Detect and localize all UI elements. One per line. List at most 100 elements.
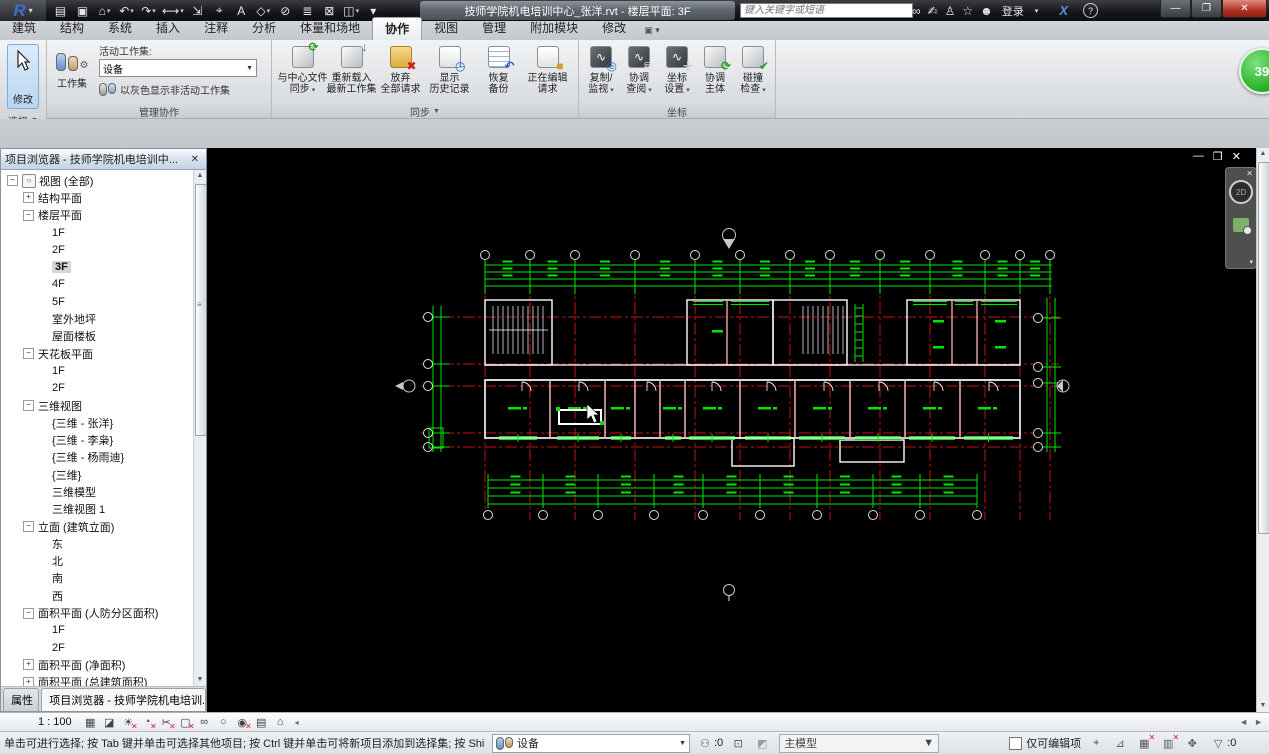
tree-scrollbar[interactable]: ▲ ▼ — [193, 170, 206, 686]
tree-item[interactable]: − 天花板平面 — [1, 345, 194, 362]
zoom-tool-icon[interactable] — [1233, 218, 1252, 235]
tree-item[interactable]: + 面积平面 (总建筑面积) — [1, 674, 194, 686]
restore-backup-button[interactable]: ↶ 恢复 备份 — [474, 40, 523, 95]
drag-on-selection-icon[interactable]: ✥ — [1183, 735, 1201, 751]
tree-item[interactable]: 1F — [1, 622, 194, 639]
tree-item[interactable]: 2F — [1, 639, 194, 656]
coordination-review-button[interactable]: ∿ ▤ 协调 查阅 ▾ — [620, 40, 658, 96]
select-by-face-icon[interactable]: ▥ ✕ — [1159, 733, 1179, 751]
tree-item[interactable]: 北 — [1, 553, 194, 570]
ribbon-tab-附加模块[interactable]: 附加模块 — [518, 17, 590, 40]
editable-only-checkbox[interactable]: 仅可编辑项 — [1009, 735, 1081, 751]
collapse-icon[interactable]: − — [23, 209, 34, 221]
signin-button[interactable]: 登录 — [1002, 3, 1024, 19]
expand-icon[interactable]: + — [23, 192, 34, 204]
tree-item[interactable]: 1F — [1, 362, 194, 379]
synchronize-panel-label[interactable]: 同步 ▼ — [272, 104, 578, 119]
collapse-icon[interactable]: − — [23, 348, 34, 360]
close-icon[interactable]: ✕ — [188, 154, 202, 165]
ribbon-tab-插入[interactable]: 插入 — [144, 17, 192, 40]
drawing-area[interactable]: — ❐ ✕ ✕ 2D ▾ ▲ ▼ — [207, 148, 1269, 712]
tree-item[interactable]: {三维 - 杨雨迪} — [1, 449, 194, 466]
ribbon-tab-结构[interactable]: 结构 — [48, 17, 96, 40]
detail-level-icon[interactable]: ▦ — [82, 715, 99, 730]
tree-item[interactable]: 南 — [1, 570, 194, 587]
tree-item[interactable]: + 面积平面 (净面积) — [1, 656, 194, 673]
navbar-options-icon[interactable]: ▾ — [1246, 258, 1256, 268]
shadows-icon[interactable]: ◔ ✕ — [139, 715, 157, 731]
hscroll-left-icon[interactable]: ◄ — [1239, 717, 1248, 727]
ribbon-tab-建筑[interactable]: 建筑 — [0, 17, 48, 40]
copy-monitor-button[interactable]: ∿ ◎ 复制/监视 ▾ — [582, 40, 620, 96]
displaced-elements-icon[interactable]: ⌂ — [272, 715, 289, 730]
checkbox-icon[interactable] — [1009, 736, 1023, 750]
ribbon-tab-分析[interactable]: 分析 — [240, 17, 288, 40]
tree-item[interactable]: {三维} — [1, 466, 194, 483]
modify-button[interactable]: 修改 — [7, 44, 39, 109]
subscription-icon[interactable]: ♙ — [945, 4, 956, 18]
crop-region-icon[interactable]: ▢ ✕ — [177, 715, 195, 731]
editing-requests-button[interactable]: ■ 正在编辑 请求 — [523, 40, 572, 95]
scroll-down-icon[interactable]: ▼ — [194, 674, 206, 686]
tree-item[interactable]: 2F — [1, 241, 194, 258]
restore-button[interactable]: ❐ — [1191, 0, 1222, 18]
tree-item[interactable]: 西 — [1, 587, 194, 604]
canvas-vertical-scrollbar[interactable]: ▲ ▼ — [1256, 148, 1269, 712]
notification-badge[interactable]: 39 — [1239, 48, 1269, 94]
tree-item[interactable]: − ○ 视图 (全部) — [1, 172, 194, 189]
view-scale-button[interactable]: 1 : 100 — [38, 716, 72, 728]
ribbon-tab-修改[interactable]: 修改 — [590, 17, 638, 40]
tree-item-selected[interactable]: 3F — [1, 258, 194, 275]
design-options-icon[interactable]: ⊡ — [729, 735, 747, 751]
steering-wheel-icon[interactable]: 2D — [1229, 180, 1253, 204]
tree-item[interactable]: 5F — [1, 293, 194, 310]
sun-path-icon[interactable]: ☀ ✕ — [120, 715, 137, 731]
ribbon-tab-管理[interactable]: 管理 — [470, 17, 518, 40]
view-close-button[interactable]: ✕ — [1232, 150, 1241, 163]
signin-person-icon[interactable]: ☻ — [980, 4, 993, 18]
ribbon-tab-视图[interactable]: 视图 — [422, 17, 470, 40]
design-option-select[interactable]: 主模型 ▼ — [779, 733, 940, 753]
viewbar-expand-icon[interactable]: ◂ — [295, 718, 299, 727]
tree-item[interactable]: − 楼层平面 — [1, 207, 194, 224]
ribbon-tab-协作[interactable]: 协作 — [372, 17, 423, 40]
tree-item[interactable]: − 三维视图 — [1, 397, 194, 414]
favorites-icon[interactable]: ✍ — [928, 4, 938, 18]
tree-item[interactable]: 三维视图 1 — [1, 501, 194, 518]
tree-item[interactable]: 室外地坪 — [1, 310, 194, 327]
reveal-hidden-icon[interactable]: ∞ — [196, 715, 213, 730]
star-icon[interactable]: ☆ — [962, 4, 973, 18]
synchronize-with-central-button[interactable]: ⟳ 与中心文件 同步 ▾ — [278, 40, 328, 96]
view-minimize-button[interactable]: — — [1193, 150, 1204, 163]
tab-properties[interactable]: 属性 — [3, 688, 40, 711]
hscroll-right-icon[interactable]: ► — [1254, 717, 1263, 727]
worksets-button[interactable]: ⚙ 工作集 — [47, 40, 97, 90]
help-button[interactable]: ? — [1082, 3, 1098, 18]
help-search-input[interactable] — [740, 3, 913, 18]
tree-item[interactable]: − 面积平面 (人防分区面积) — [1, 604, 194, 621]
close-button[interactable]: ✕ — [1222, 0, 1267, 18]
minimize-button[interactable]: — — [1160, 0, 1191, 18]
coordination-host-button[interactable]: ⟳ 协调 主体 — [696, 40, 734, 95]
communication-center-icon[interactable]: ∞ — [912, 4, 921, 18]
collapse-icon[interactable]: − — [23, 521, 34, 533]
navbar-close-icon[interactable]: ✕ — [1243, 168, 1256, 179]
show-history-button[interactable]: ◷ 显示 历史记录 — [425, 40, 474, 95]
ribbon-tab-体量和场地[interactable]: 体量和场地 — [288, 17, 372, 40]
relinquish-all-button[interactable]: ✖ 放弃 全部请求 — [376, 40, 425, 95]
view-restore-button[interactable]: ❐ — [1213, 150, 1223, 163]
select-links-icon[interactable]: ⌖ — [1087, 735, 1105, 751]
ribbon-tab-系统[interactable]: 系统 — [96, 17, 144, 40]
scrollbar-thumb[interactable] — [1258, 162, 1269, 534]
active-workset-select[interactable]: 设备 ▼ — [99, 59, 257, 77]
tree-item[interactable]: {三维 - 张洋} — [1, 414, 194, 431]
interference-check-button[interactable]: ✔ 碰撞 检查 ▾ — [734, 40, 772, 96]
reveal-constraints-icon[interactable]: ◉ ✕ — [234, 715, 251, 731]
floor-plan-drawing[interactable] — [207, 148, 1269, 712]
tree-item[interactable]: 东 — [1, 535, 194, 552]
collapse-icon[interactable]: − — [23, 400, 34, 411]
scrollbar-thumb[interactable] — [195, 184, 206, 436]
visual-style-icon[interactable]: ◪ — [101, 715, 118, 730]
expand-icon[interactable]: + — [23, 659, 34, 671]
exchange-apps-button[interactable]: X — [1059, 3, 1068, 18]
